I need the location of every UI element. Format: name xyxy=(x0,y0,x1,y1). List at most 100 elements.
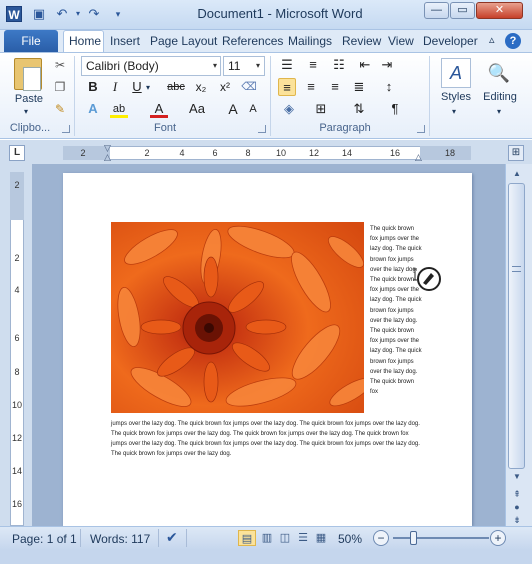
paragraph-text[interactable]: jumps over the lazy dog. The quick brown… xyxy=(111,419,423,459)
superscript-button[interactable]: x² xyxy=(214,78,236,96)
help-icon[interactable]: ? xyxy=(505,33,521,49)
hanging-indent-marker[interactable]: △ xyxy=(104,152,115,162)
view-ruler-icon[interactable]: ⊞ xyxy=(508,145,524,161)
ruler-tick: 12 xyxy=(308,148,319,158)
ruler-tick: 14 xyxy=(11,466,22,476)
align-left-button[interactable]: ≡ xyxy=(278,78,296,96)
paste-dropdown-icon[interactable]: ▾ xyxy=(24,107,28,116)
tab-selector[interactable]: L xyxy=(9,145,25,161)
minimize-ribbon-icon[interactable]: ▵ xyxy=(489,33,495,46)
ruler-tick: 8 xyxy=(245,148,251,158)
justify-icon[interactable]: ≣ xyxy=(350,78,368,96)
font-size-dropdown-icon[interactable]: ▾ xyxy=(256,61,260,70)
ruler-tick: 2 xyxy=(14,253,20,263)
change-case-button[interactable]: Aa xyxy=(186,100,208,118)
multilevel-list-icon[interactable]: ☷ xyxy=(330,56,348,74)
redo-icon[interactable]: ↷ xyxy=(86,6,102,22)
grow-font-button[interactable]: A xyxy=(224,100,242,118)
full-screen-reading-icon[interactable]: ▥ xyxy=(258,530,276,546)
previous-page-icon[interactable]: ⇞ xyxy=(509,487,525,501)
numbering-icon[interactable]: ≡ xyxy=(304,56,322,74)
right-indent-marker[interactable]: △ xyxy=(415,152,426,162)
undo-icon[interactable]: ↶ xyxy=(54,6,70,22)
align-right-icon[interactable]: ≡ xyxy=(326,78,344,96)
font-family-select[interactable]: Calibri (Body) xyxy=(81,56,221,76)
font-color-button[interactable]: A xyxy=(150,100,168,118)
cut-icon[interactable]: ✂ xyxy=(52,57,68,73)
save-icon[interactable]: ▣ xyxy=(31,6,47,22)
tab-review[interactable]: Review xyxy=(342,33,381,49)
browse-object-icon[interactable]: ● xyxy=(509,500,525,514)
draft-view-icon[interactable]: ▦ xyxy=(312,530,330,546)
text-effects-icon[interactable]: A xyxy=(84,100,102,118)
group-divider xyxy=(270,56,271,136)
editing-button[interactable]: Editing xyxy=(478,91,522,103)
strikethrough-button[interactable]: abc xyxy=(164,78,188,96)
tab-view[interactable]: View xyxy=(388,33,414,49)
tab-references[interactable]: References xyxy=(222,33,283,49)
editing-icon[interactable]: 🔍 xyxy=(485,58,513,88)
zoom-out-button[interactable]: − xyxy=(373,530,389,546)
maximize-button[interactable]: ▭ xyxy=(450,2,475,19)
customize-qat-icon[interactable]: ▾ xyxy=(110,6,126,22)
underline-dropdown-icon[interactable]: ▾ xyxy=(146,83,150,92)
minimize-button[interactable]: — xyxy=(424,2,449,19)
ruler-tick: 2 xyxy=(14,180,20,190)
tab-file[interactable]: File xyxy=(4,30,58,52)
tab-developer[interactable]: Developer xyxy=(423,33,478,49)
next-page-icon[interactable]: ⇟ xyxy=(509,513,525,527)
clipboard-group-label: Clipbo... xyxy=(9,122,51,134)
sort-icon[interactable]: ⇅ xyxy=(350,100,368,118)
subscript-button[interactable]: x₂ xyxy=(190,78,212,96)
bullets-icon[interactable]: ☰ xyxy=(278,56,296,74)
scroll-down-icon[interactable]: ▼ xyxy=(508,470,526,484)
decrease-indent-icon[interactable]: ⇤ xyxy=(356,56,374,74)
proofing-icon[interactable]: ✔ xyxy=(166,529,178,546)
copy-icon[interactable]: ❐ xyxy=(52,79,68,95)
bold-button[interactable]: B xyxy=(84,78,102,96)
format-painter-icon[interactable]: ✎ xyxy=(52,101,68,117)
scroll-up-icon[interactable]: ▲ xyxy=(508,167,526,181)
tab-page-layout[interactable]: Page Layout xyxy=(150,33,217,49)
clear-formatting-icon[interactable]: ⌫ xyxy=(238,78,260,96)
tab-mailings[interactable]: Mailings xyxy=(288,33,332,49)
shading-icon[interactable]: ◈ xyxy=(280,100,298,118)
italic-button[interactable]: I xyxy=(106,78,124,96)
shrink-font-button[interactable]: A xyxy=(244,100,262,118)
editing-dropdown-icon[interactable]: ▾ xyxy=(497,107,501,116)
highlight-icon[interactable]: ab xyxy=(110,100,128,118)
paragraph-launcher-icon[interactable] xyxy=(417,125,425,133)
line-spacing-icon[interactable]: ↕ xyxy=(380,78,398,96)
paste-label: Paste xyxy=(14,93,44,105)
horizontal-ruler[interactable] xyxy=(63,146,471,160)
styles-label: Styles xyxy=(441,91,471,103)
word-app-icon[interactable]: W xyxy=(6,6,22,22)
close-button[interactable]: ✕ xyxy=(476,2,523,19)
font-family-dropdown-icon[interactable]: ▾ xyxy=(213,61,217,70)
outline-view-icon[interactable]: ☰ xyxy=(294,530,312,546)
undo-dropdown-icon[interactable]: ▾ xyxy=(70,6,86,22)
print-layout-view-icon[interactable]: ▤ xyxy=(238,530,256,546)
show-formatting-icon[interactable]: ¶ xyxy=(386,100,404,118)
web-layout-icon[interactable]: ◫ xyxy=(276,530,294,546)
borders-icon[interactable]: ⊞ xyxy=(312,100,330,118)
ruler-tick: 2 xyxy=(80,148,86,158)
zoom-slider-thumb[interactable] xyxy=(410,531,417,545)
wrapped-paragraph-text[interactable]: The quick brown fox jumps over the lazy … xyxy=(370,224,422,397)
zoom-slider[interactable] xyxy=(393,537,489,539)
tab-insert[interactable]: Insert xyxy=(110,33,140,49)
zoom-level[interactable]: 50% xyxy=(338,532,362,546)
clipboard-launcher-icon[interactable] xyxy=(62,125,70,133)
paragraph-group-label: Paragraph xyxy=(319,122,371,134)
tab-home[interactable]: Home xyxy=(63,30,104,53)
styles-dropdown-icon[interactable]: ▾ xyxy=(452,107,456,116)
page-count[interactable]: Page: 1 of 1 xyxy=(12,532,77,546)
underline-button[interactable]: U xyxy=(128,78,146,96)
font-launcher-icon[interactable] xyxy=(258,125,266,133)
chrysanthemum-image[interactable] xyxy=(111,222,364,413)
align-center-icon[interactable]: ≡ xyxy=(302,78,320,96)
scroll-thumb[interactable] xyxy=(508,183,525,469)
word-count[interactable]: Words: 117 xyxy=(90,532,150,546)
zoom-in-button[interactable]: + xyxy=(490,530,506,546)
increase-indent-icon[interactable]: ⇥ xyxy=(378,56,396,74)
